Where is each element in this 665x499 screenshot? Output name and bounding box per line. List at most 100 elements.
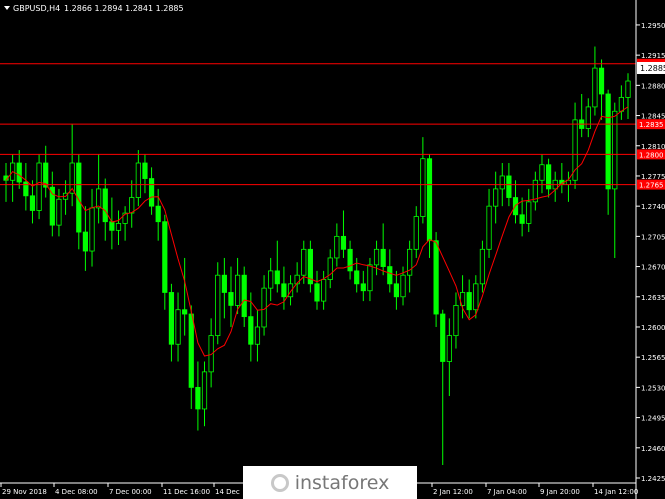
candle-body <box>506 175 512 198</box>
candle-body <box>493 188 499 207</box>
time-tick-label: 7 Dec 00:00 <box>109 488 152 496</box>
candle-body <box>228 292 234 306</box>
candle-body <box>426 158 433 242</box>
candle-body <box>479 248 486 285</box>
price-chart[interactable]: 1.29501.29151.28801.28451.28101.27751.27… <box>0 0 665 499</box>
candle-body <box>36 162 42 211</box>
candle-body <box>466 292 472 311</box>
candle-body <box>49 186 55 226</box>
candle-body <box>486 205 492 250</box>
candle-body <box>96 188 102 209</box>
chart-header: GBPUSD,H4 1.2866 1.2894 1.2841 1.2885 <box>4 4 184 13</box>
price-tick-label: 1.2460 <box>641 445 665 453</box>
candle-body <box>612 110 618 190</box>
price-tick-label: 1.2530 <box>641 384 665 392</box>
candle-body <box>519 214 525 224</box>
candle-body <box>16 162 22 183</box>
candle-body <box>82 231 89 252</box>
candle-body <box>274 270 280 285</box>
candle-body <box>413 216 419 250</box>
level-label: 1.2800 <box>639 151 664 159</box>
candle-body <box>625 80 631 98</box>
logo-ring-icon <box>270 473 289 492</box>
candle-body <box>598 67 605 95</box>
time-tick-label: 4 Dec 08:00 <box>55 488 98 496</box>
candle-body <box>201 371 208 410</box>
time-tick-label: 7 Jan 04:00 <box>487 488 527 496</box>
time-tick-label: 29 Nov 2018 <box>2 488 47 496</box>
price-axis-labels: 1.29501.29151.28801.28451.28101.27751.27… <box>636 22 665 483</box>
axes-layer <box>0 0 637 499</box>
candle-body <box>268 270 274 289</box>
price-tick-label: 1.2635 <box>641 294 665 302</box>
candle-body <box>234 274 241 306</box>
candle-body <box>545 164 552 190</box>
candle-body <box>592 67 598 108</box>
candle-body <box>115 223 122 231</box>
candle-body <box>29 195 36 211</box>
current-price-box: 1.2885 <box>637 62 665 74</box>
level-label: 1.2765 <box>639 182 664 190</box>
candle-body <box>321 279 327 302</box>
candle-body <box>473 283 479 311</box>
price-tick-label: 1.2740 <box>641 203 665 211</box>
candle-body <box>433 240 439 315</box>
candle-body <box>281 283 287 298</box>
candle-body <box>585 106 591 129</box>
time-tick-label: 11 Dec 16:00 <box>163 488 210 496</box>
candle-body <box>393 283 400 298</box>
candle-body <box>168 292 175 345</box>
candle-body <box>572 119 578 181</box>
candle-body <box>301 248 307 276</box>
candle-body <box>387 266 393 285</box>
candle-body <box>188 313 194 388</box>
logo-text: instaforex <box>294 471 390 494</box>
candle-body <box>367 264 373 292</box>
time-tick-label: 2 Jan 12:00 <box>433 488 473 496</box>
candle-body <box>347 248 353 272</box>
time-tick-label: 9 Jan 20:00 <box>540 488 580 496</box>
candle-body <box>221 274 227 293</box>
price-tick-label: 1.2600 <box>641 324 665 332</box>
level-price-labels: 1.29051.28351.28001.2765 <box>637 58 665 190</box>
candle-body <box>241 274 247 318</box>
price-tick-label: 1.2670 <box>641 264 665 272</box>
candle-body <box>162 221 168 293</box>
price-tick-label: 1.2950 <box>641 22 665 30</box>
candle-body <box>446 335 452 362</box>
candle-body <box>380 248 386 267</box>
candle-body <box>129 197 135 214</box>
candle-body <box>499 175 505 190</box>
candles-layer <box>3 46 631 466</box>
candle-body <box>254 326 261 345</box>
candle-body <box>182 309 188 315</box>
candle-body <box>420 158 426 217</box>
candle-body <box>360 283 366 292</box>
candle-body <box>148 178 155 207</box>
candle-body <box>539 164 545 181</box>
candle-body <box>142 162 148 179</box>
candle-body <box>135 162 141 198</box>
candle-body <box>605 93 611 190</box>
candle-body <box>327 257 333 280</box>
candle-body <box>354 270 360 285</box>
candle-body <box>155 205 161 223</box>
candle-body <box>440 313 446 362</box>
dropdown-triangle-icon[interactable] <box>4 6 10 10</box>
symbol-label: GBPUSD,H4 <box>13 4 60 13</box>
candle-body <box>175 309 181 345</box>
candle-body <box>526 201 532 224</box>
ohlc-values: 1.2866 1.2894 1.2841 1.2885 <box>64 4 184 13</box>
candle-body <box>23 181 29 197</box>
price-tick-label: 1.2880 <box>641 82 665 90</box>
price-tick-label: 1.2425 <box>641 475 665 483</box>
candle-body <box>56 198 62 226</box>
candle-body <box>248 316 254 345</box>
candle-body <box>195 386 201 410</box>
moving-average-layer <box>5 106 629 357</box>
candle-body <box>215 274 221 337</box>
moving-average-line <box>5 106 629 357</box>
candle-body <box>102 188 108 223</box>
current-price-label: 1.2885 <box>640 64 665 73</box>
candle-body <box>373 248 380 266</box>
